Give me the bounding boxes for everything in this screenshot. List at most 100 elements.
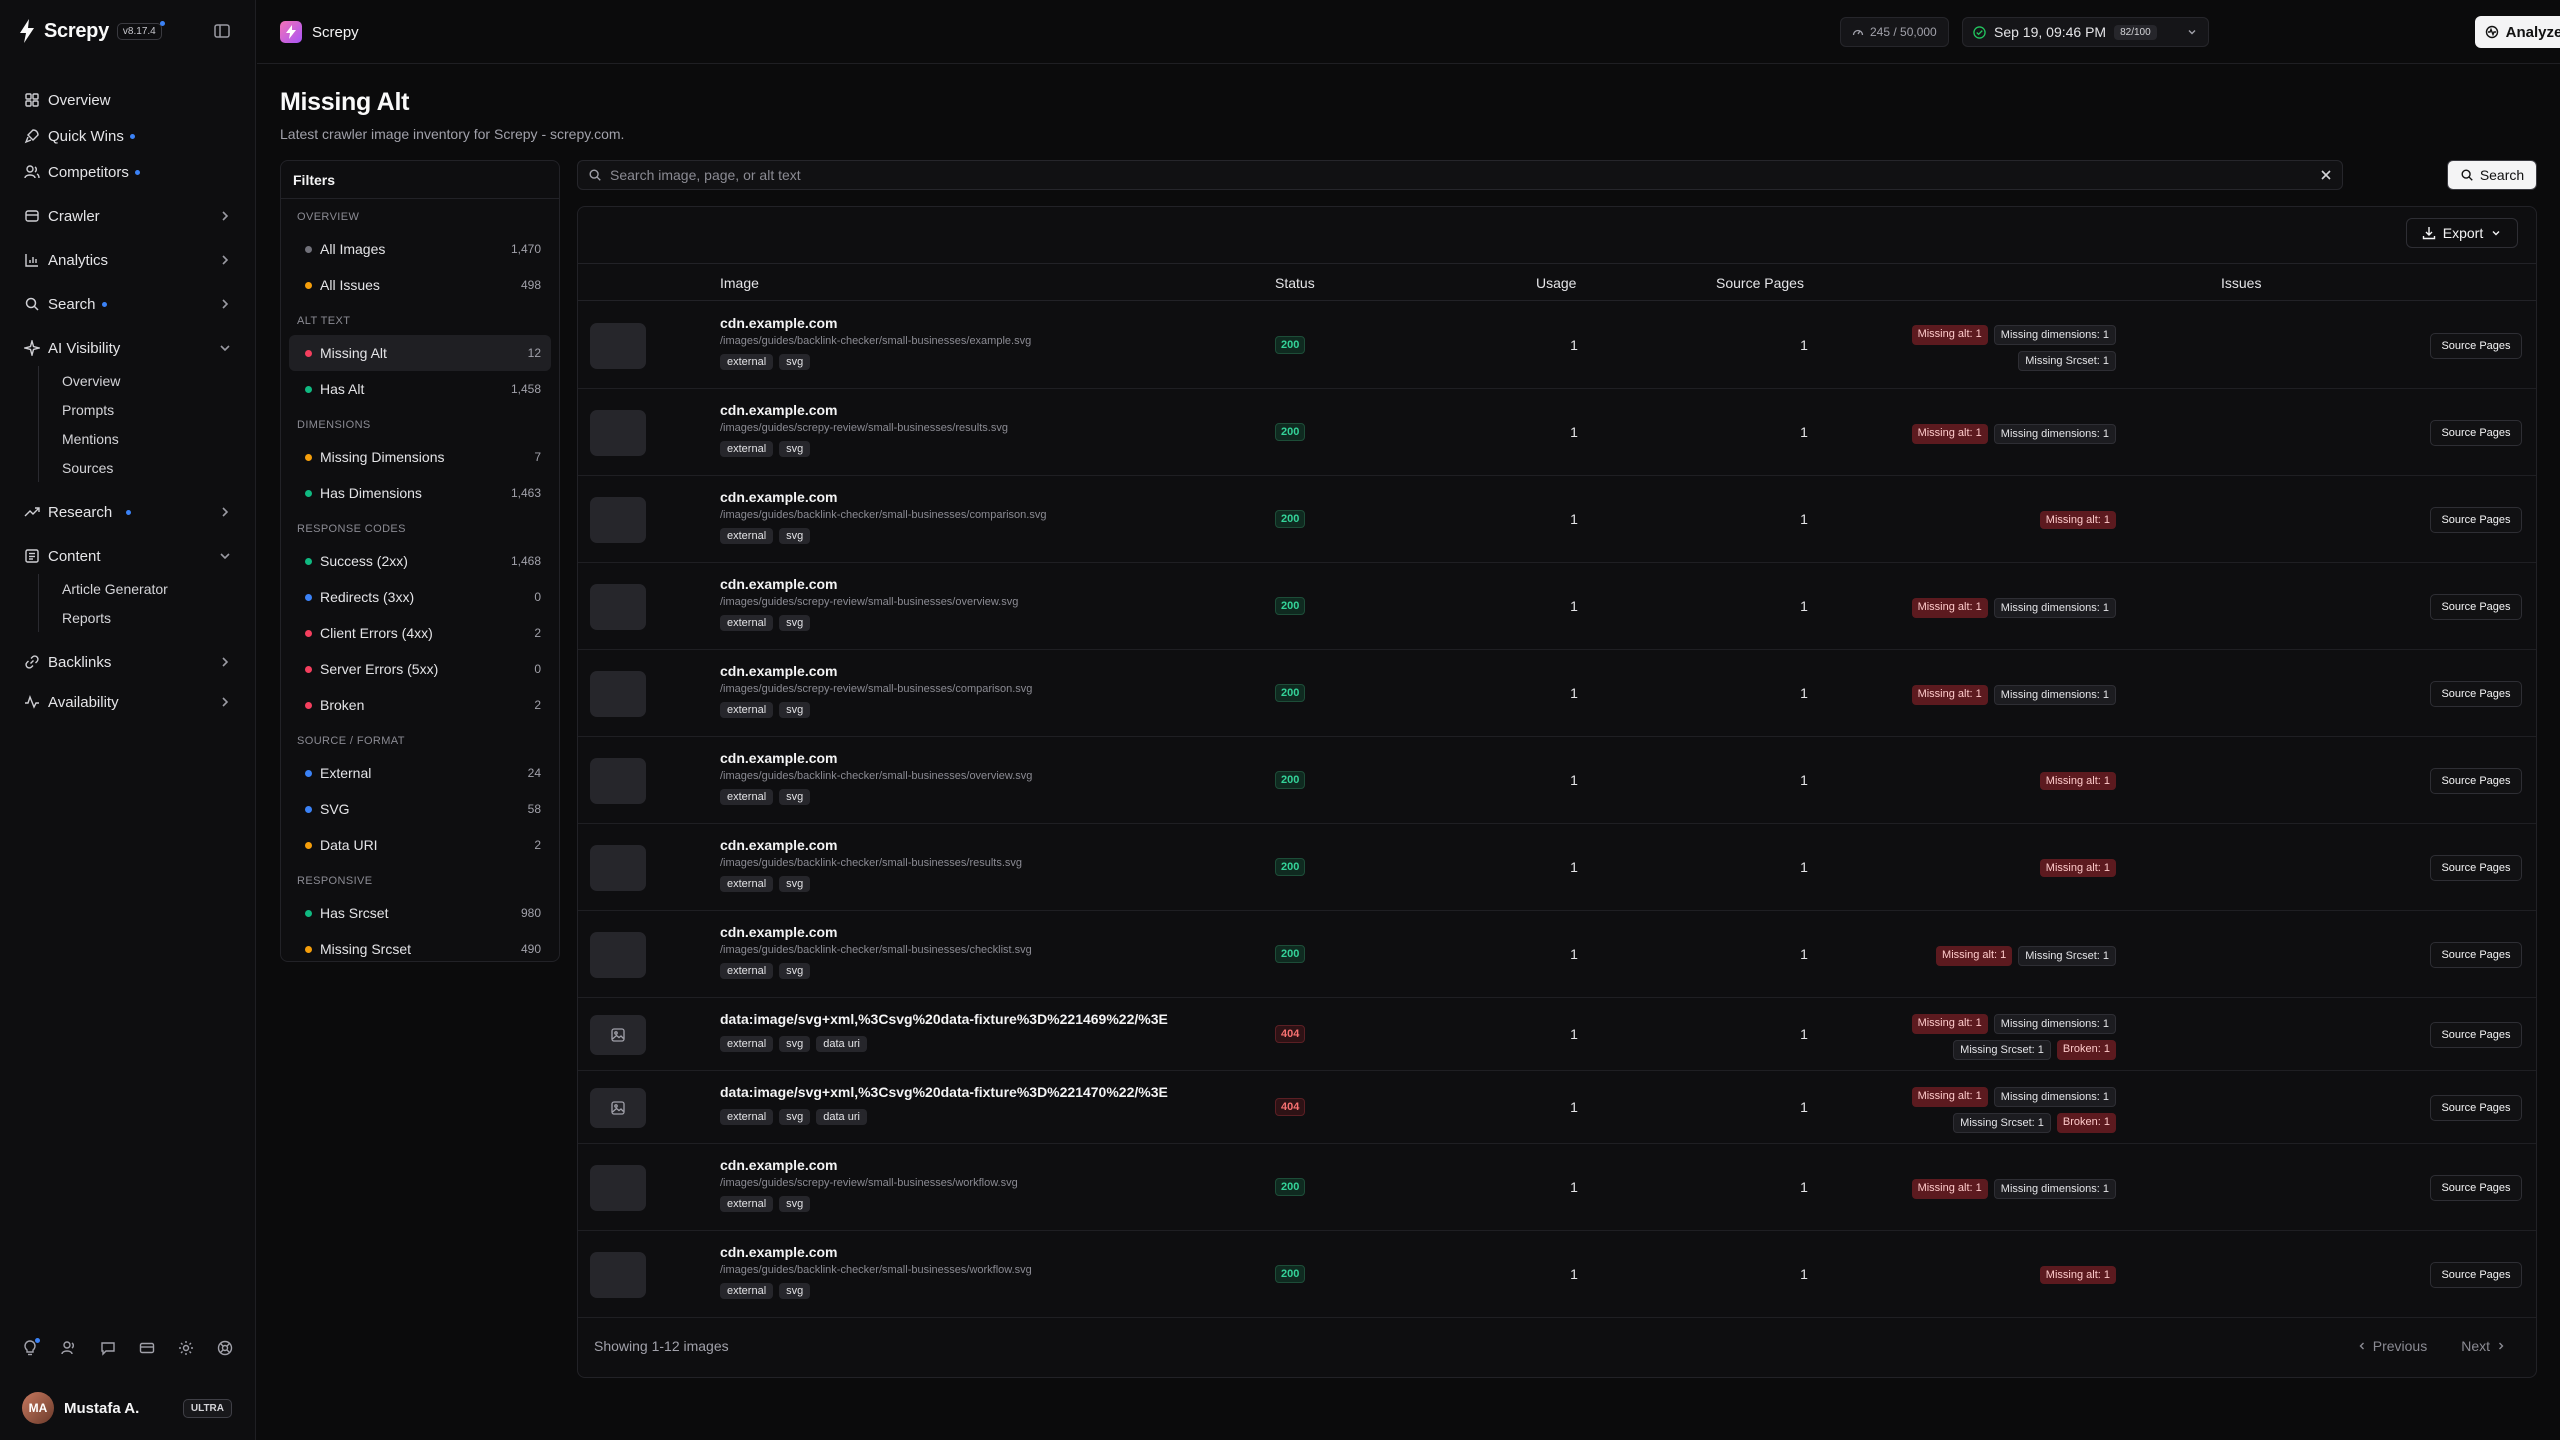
source-pages-button[interactable]: Source Pages	[2430, 1094, 2522, 1121]
image-thumbnail[interactable]	[590, 409, 646, 456]
credit-card-icon[interactable]	[139, 1340, 155, 1356]
image-placeholder-icon[interactable]	[590, 1014, 646, 1055]
sidebar-item-backlinks[interactable]: Backlinks	[14, 644, 242, 680]
source-pages-count: 1	[1800, 510, 1808, 527]
column-header-source-pages[interactable]: Source Pages	[1716, 275, 1804, 291]
filter-item[interactable]: External 24	[289, 755, 551, 791]
column-header-status[interactable]: Status	[1275, 275, 1315, 291]
search-input[interactable]	[610, 167, 2312, 183]
filter-item[interactable]: All Images 1,470	[289, 231, 551, 267]
clear-icon[interactable]	[2320, 169, 2332, 181]
image-thumbnail[interactable]	[590, 757, 646, 804]
filter-item[interactable]: All Issues 498	[289, 267, 551, 303]
chat-icon[interactable]	[100, 1340, 116, 1356]
filter-item[interactable]: Has Alt 1,458	[289, 371, 551, 407]
source-pages-button[interactable]: Source Pages	[2430, 419, 2522, 446]
image-host[interactable]: cdn.example.com	[720, 315, 838, 331]
image-host[interactable]: cdn.example.com	[720, 1244, 838, 1260]
image-thumbnail[interactable]	[590, 496, 646, 543]
filter-item[interactable]: Missing Srcset 490	[289, 931, 551, 967]
sidebar-item-analytics[interactable]: Analytics	[14, 242, 242, 278]
export-button[interactable]: Export	[2406, 218, 2518, 248]
previous-button[interactable]: Previous	[2357, 1338, 2427, 1354]
image-host[interactable]: cdn.example.com	[720, 663, 838, 679]
filter-item[interactable]: Has Dimensions 1,463	[289, 475, 551, 511]
brand[interactable]: Screpy v8.17.4	[18, 18, 165, 44]
source-pages-button[interactable]: Source Pages	[2430, 506, 2522, 533]
rocket-icon	[24, 129, 39, 144]
image-host[interactable]: cdn.example.com	[720, 402, 838, 418]
filter-item[interactable]: Server Errors (5xx) 0	[289, 651, 551, 687]
sidebar-item-ai-visibility[interactable]: AI Visibility	[14, 330, 242, 366]
image-host[interactable]: cdn.example.com	[720, 750, 838, 766]
tag-badge: external	[720, 1036, 774, 1052]
user-menu[interactable]: MA Mustafa A. ULTRA	[22, 1392, 232, 1424]
sidebar-subitem-sources[interactable]: Sources	[39, 453, 242, 482]
sidebar-toggle-icon[interactable]	[213, 22, 233, 42]
sidebar-item-quick-wins[interactable]: Quick Wins	[14, 118, 242, 154]
sidebar-item-research[interactable]: Research	[14, 494, 242, 530]
column-header-usage[interactable]: Usage	[1536, 275, 1576, 291]
sidebar-item-overview[interactable]: Overview	[14, 82, 242, 118]
help-icon[interactable]	[217, 1340, 233, 1356]
next-button[interactable]: Next	[2461, 1338, 2506, 1354]
sidebar-item-competitors[interactable]: Competitors	[14, 154, 242, 190]
source-pages-button[interactable]: Source Pages	[2430, 767, 2522, 794]
sidebar-item-crawler[interactable]: Crawler	[14, 198, 242, 234]
source-pages-button[interactable]: Source Pages	[2430, 1261, 2522, 1288]
image-host[interactable]: data:image/svg+xml,%3Csvg%20data-fixture…	[720, 1084, 1168, 1100]
sidebar-subitem-prompts[interactable]: Prompts	[39, 395, 242, 424]
image-host[interactable]: data:image/svg+xml,%3Csvg%20data-fixture…	[720, 1011, 1168, 1027]
source-pages-button[interactable]: Source Pages	[2430, 680, 2522, 707]
image-thumbnail[interactable]	[590, 1251, 646, 1298]
sidebar-subitem-overview[interactable]: Overview	[39, 366, 242, 395]
sidebar-item-availability[interactable]: Availability	[14, 684, 242, 720]
filter-item[interactable]: Redirects (3xx) 0	[289, 579, 551, 615]
image-host[interactable]: cdn.example.com	[720, 576, 838, 592]
filter-label: Has Srcset	[320, 905, 389, 921]
column-header-issues[interactable]: Issues	[2221, 275, 2261, 291]
filter-item[interactable]: Missing Alt 12	[289, 335, 551, 371]
image-host[interactable]: cdn.example.com	[720, 1157, 838, 1173]
crawl-selector[interactable]: Sep 19, 09:46 PM 82/100	[1962, 17, 2209, 47]
filter-item[interactable]: Broken 2	[289, 687, 551, 723]
status-dot	[305, 805, 312, 813]
source-pages-button[interactable]: Source Pages	[2430, 1021, 2522, 1048]
sidebar-item-search[interactable]: Search	[14, 286, 242, 322]
project-switcher[interactable]: Screpy	[280, 21, 359, 43]
filter-item[interactable]: Has Srcset 980	[289, 895, 551, 931]
team-icon[interactable]	[61, 1340, 77, 1356]
search-button[interactable]: Search	[2447, 160, 2537, 190]
filter-item[interactable]: Success (2xx) 1,468	[289, 543, 551, 579]
image-host[interactable]: cdn.example.com	[720, 837, 838, 853]
sidebar-subitem-reports[interactable]: Reports	[39, 603, 242, 632]
filter-item[interactable]: Data URI 2	[289, 827, 551, 863]
source-pages-button[interactable]: Source Pages	[2430, 593, 2522, 620]
settings-icon[interactable]	[178, 1340, 194, 1356]
image-thumbnail[interactable]	[590, 844, 646, 891]
lightbulb-icon[interactable]	[22, 1338, 40, 1356]
next-label: Next	[2461, 1338, 2490, 1354]
image-thumbnail[interactable]	[590, 583, 646, 630]
image-thumbnail[interactable]	[590, 1164, 646, 1211]
status-badge: 200	[1275, 1177, 1306, 1196]
analyze-button[interactable]: Analyze	[2475, 16, 2560, 48]
sidebar-subitem-mentions[interactable]: Mentions	[39, 424, 242, 453]
image-thumbnail[interactable]	[590, 931, 646, 978]
source-pages-button[interactable]: Source Pages	[2430, 941, 2522, 968]
filter-item[interactable]: Client Errors (4xx) 2	[289, 615, 551, 651]
source-pages-button[interactable]: Source Pages	[2430, 1174, 2522, 1201]
sidebar-subitem-article-generator[interactable]: Article Generator	[39, 574, 242, 603]
image-host[interactable]: cdn.example.com	[720, 489, 838, 505]
filter-item[interactable]: Missing Dimensions 7	[289, 439, 551, 475]
source-pages-button[interactable]: Source Pages	[2430, 332, 2522, 359]
chevron-right-icon	[222, 255, 229, 265]
source-pages-button[interactable]: Source Pages	[2430, 854, 2522, 881]
image-thumbnail[interactable]	[590, 670, 646, 717]
column-header-image[interactable]: Image	[720, 275, 759, 291]
sidebar-item-content[interactable]: Content	[14, 538, 242, 574]
filter-item[interactable]: SVG 58	[289, 791, 551, 827]
image-thumbnail[interactable]	[590, 322, 646, 369]
image-host[interactable]: cdn.example.com	[720, 924, 838, 940]
image-placeholder-icon[interactable]	[590, 1087, 646, 1128]
